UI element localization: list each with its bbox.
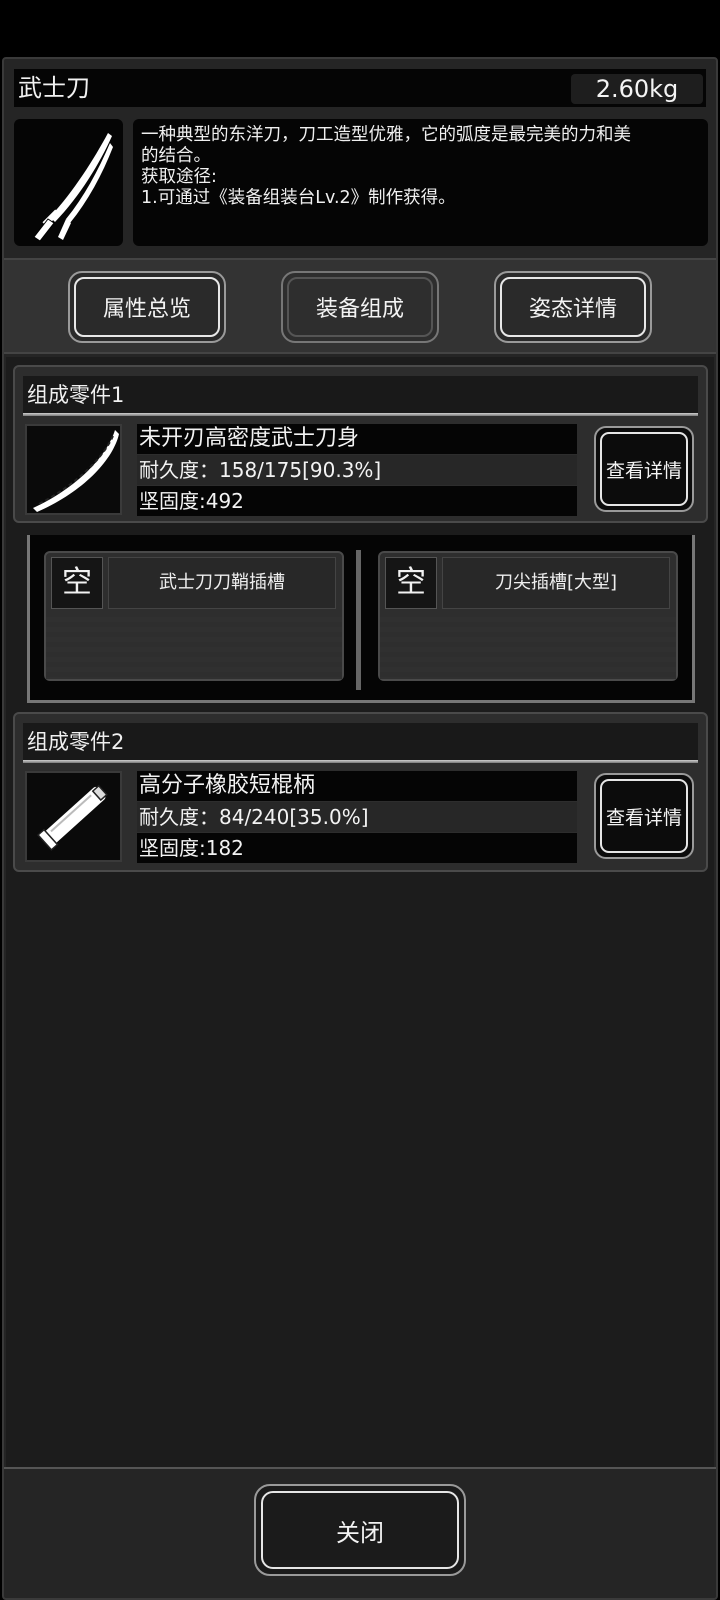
header-divider <box>23 760 698 763</box>
item-weight: 2.60kg <box>571 74 703 104</box>
view-details-button[interactable]: 查看详情 <box>594 773 694 859</box>
slot-body <box>46 612 342 679</box>
component-durability: 耐久度：158/175[90.3%] <box>137 455 577 485</box>
item-icon-frame <box>14 119 123 246</box>
description-line: 一种典型的东洋刀，刀工造型优雅，它的弧度是最完美的力和美 <box>141 125 631 145</box>
component-hardness: 坚固度:492 <box>137 486 577 516</box>
button-label: 查看详情 <box>605 806 682 829</box>
slot-divider <box>356 550 361 690</box>
tab-label: 装备组成 <box>315 297 404 322</box>
blade-icon <box>33 430 119 512</box>
component-icon-frame[interactable] <box>25 424 122 515</box>
slot-label: 刀尖插槽[大型] <box>442 557 670 609</box>
component-durability: 耐久度：84/240[35.0%] <box>137 802 577 832</box>
slot-label: 武士刀刀鞘插槽 <box>108 557 336 609</box>
tab-stance[interactable]: 姿态详情 <box>494 271 652 343</box>
component-header: 组成零件1 <box>23 376 698 414</box>
description-line: 1.可通过《装备组装台Lv.2》制作获得。 <box>141 188 456 208</box>
component-list[interactable] <box>6 357 714 1467</box>
handle-icon <box>37 784 108 851</box>
tab-label: 姿态详情 <box>528 297 617 322</box>
header-divider <box>23 413 698 416</box>
tab-attributes[interactable]: 属性总览 <box>68 271 226 343</box>
description-line: 获取途径: <box>141 167 217 187</box>
slot-body <box>380 612 676 679</box>
close-button[interactable]: 关闭 <box>254 1484 466 1576</box>
katana-icon <box>33 133 113 242</box>
tab-label: 属性总览 <box>102 297 191 322</box>
button-label: 关闭 <box>336 1518 384 1547</box>
component-icon-frame[interactable] <box>25 771 122 862</box>
item-name: 武士刀 <box>18 74 90 102</box>
slot-empty-indicator: 空 <box>385 557 437 609</box>
component-name: 未开刃高密度武士刀身 <box>137 424 577 454</box>
component-name: 高分子橡胶短棍柄 <box>137 771 577 801</box>
button-label: 查看详情 <box>605 459 682 482</box>
footer-divider <box>4 1467 716 1469</box>
item-description: 一种典型的东洋刀，刀工造型优雅，它的弧度是最完美的力和美 的结合。 获取途径: … <box>133 119 708 246</box>
description-line: 的结合。 <box>141 146 211 166</box>
tab-composition[interactable]: 装备组成 <box>281 271 439 343</box>
view-details-button[interactable]: 查看详情 <box>594 426 694 512</box>
component-hardness: 坚固度:182 <box>137 833 577 863</box>
component-header: 组成零件2 <box>23 723 698 761</box>
slot-empty-indicator: 空 <box>51 557 103 609</box>
